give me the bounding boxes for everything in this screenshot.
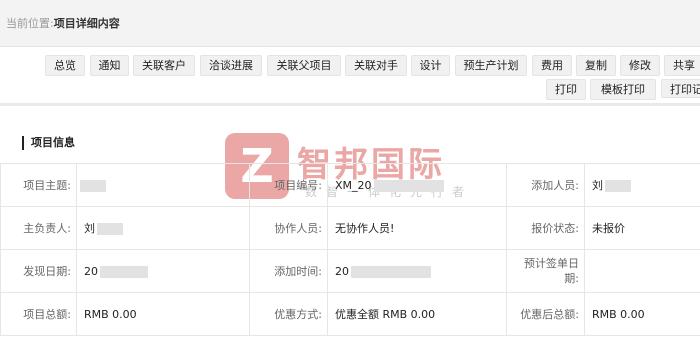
lead-owner-label: 主负责人: — [0, 206, 77, 250]
added-time-label: 添加时间: — [249, 249, 328, 293]
breadcrumb-prefix: 当前位置: — [6, 17, 54, 30]
discovery-date-label: 发现日期: — [0, 249, 77, 293]
project-total-value: RMB 0.00 — [76, 292, 250, 336]
added-by-value: 刘 — [584, 163, 700, 207]
edit-button[interactable]: 修改 — [620, 55, 660, 76]
project-number-value: XM_20 — [327, 163, 507, 207]
table-row: 主负责人: 刘 协作人员: 无协作人员! 报价状态: 未报价 — [0, 206, 700, 250]
redacted-block — [351, 265, 431, 278]
related-customer-button[interactable]: 关联客户 — [133, 55, 195, 76]
design-button[interactable]: 设计 — [411, 55, 450, 76]
table-row: 发现日期: 20 添加时间: 20 预计签单日期: — [0, 249, 700, 293]
redacted-block — [605, 180, 631, 192]
overview-button[interactable]: 总览 — [45, 55, 85, 76]
discount-method-value: 优惠全额 RMB 0.00 — [327, 292, 507, 336]
discounted-total-label: 优惠后总额: — [506, 292, 585, 336]
print-button[interactable]: 打印 — [546, 79, 586, 100]
preproduction-plan-button[interactable]: 预生产计划 — [455, 55, 527, 76]
redacted-block — [80, 179, 106, 192]
toolbar-divider — [0, 103, 700, 106]
notify-button[interactable]: 通知 — [90, 55, 129, 76]
copy-button[interactable]: 复制 — [576, 55, 616, 76]
related-competitor-button[interactable]: 关联对手 — [345, 55, 407, 76]
action-toolbar: 总览 通知 关联客户 洽谈进展 关联父项目 关联对手 设计 预生产计划 费用 复… — [0, 47, 700, 103]
quote-status-value: 未报价 — [584, 206, 700, 250]
project-subject-value — [76, 163, 250, 207]
project-total-label: 项目总额: — [0, 292, 77, 336]
discount-method-label: 优惠方式: — [249, 292, 328, 336]
breadcrumb-current: 项目详细内容 — [53, 17, 120, 30]
share-button[interactable]: 共享 — [664, 55, 700, 76]
expense-button[interactable]: 费用 — [532, 55, 572, 76]
expected-sign-date-label: 预计签单日期: — [506, 249, 585, 293]
discounted-total-value: RMB 0.00 — [584, 292, 700, 336]
collaborators-label: 协作人员: — [249, 206, 328, 250]
related-parent-project-button[interactable]: 关联父项目 — [267, 55, 341, 76]
print-record-button[interactable]: 打印记 — [661, 79, 700, 98]
breadcrumb-bar: 当前位置:项目详细内容 — [0, 0, 700, 47]
redacted-block — [100, 265, 148, 278]
table-row: 项目主题: 项目编号: XM_20 添加人员: 刘 — [0, 163, 700, 207]
lead-owner-value: 刘 — [76, 206, 250, 250]
added-by-label: 添加人员: — [506, 163, 585, 207]
project-info-table: 项目主题: 项目编号: XM_20 添加人员: 刘 主负责人: 刘 协作人员: … — [0, 163, 700, 336]
template-print-button[interactable]: 模板打印 — [590, 79, 656, 100]
added-time-value: 20 — [327, 249, 507, 293]
redacted-block — [373, 179, 444, 192]
redacted-block — [97, 223, 123, 235]
breadcrumb: 当前位置:项目详细内容 — [6, 15, 120, 31]
expected-sign-date-value — [584, 249, 700, 293]
quote-status-label: 报价状态: — [506, 206, 585, 250]
discovery-date-value: 20 — [76, 249, 250, 293]
project-number-label: 项目编号: — [249, 163, 328, 207]
collaborators-value: 无协作人员! — [327, 206, 507, 250]
section-title: 项目信息 — [22, 136, 75, 150]
project-subject-label: 项目主题: — [0, 163, 77, 207]
negotiation-progress-button[interactable]: 洽谈进展 — [200, 55, 262, 76]
table-row: 项目总额: RMB 0.00 优惠方式: 优惠全额 RMB 0.00 优惠后总额… — [0, 292, 700, 336]
